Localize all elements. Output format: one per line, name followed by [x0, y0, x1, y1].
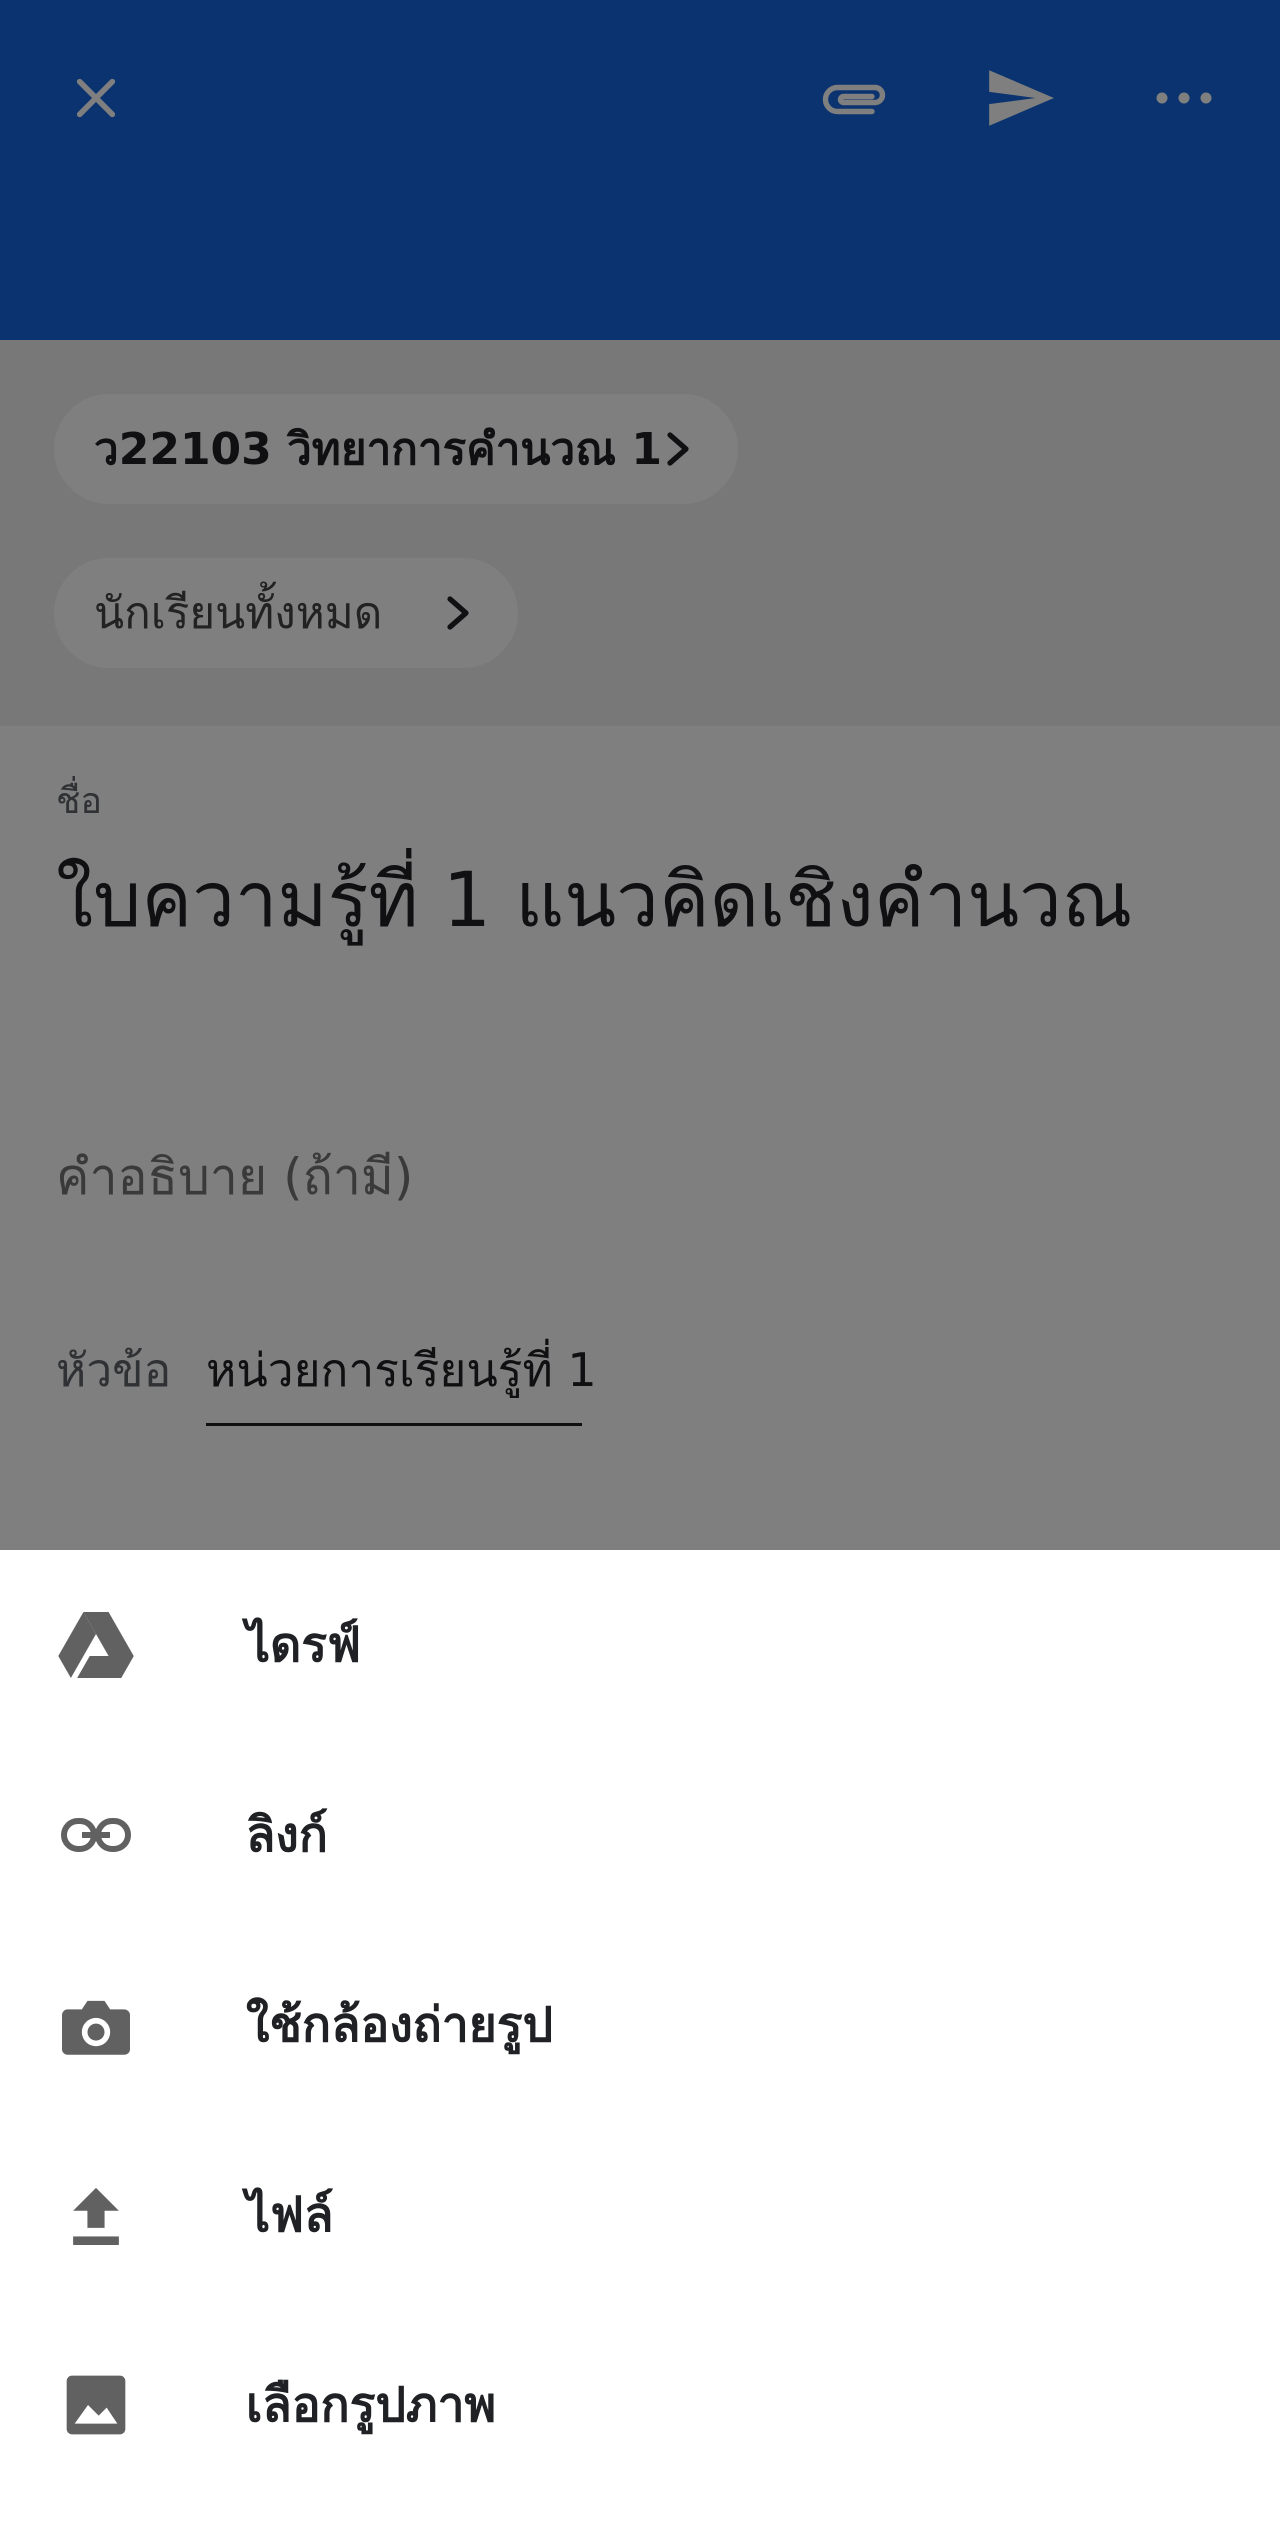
attach-option-label: ไฟล์: [246, 2187, 334, 2243]
attach-option-label: ลิงก์: [246, 1807, 328, 1863]
attach-option-camera[interactable]: ใช้กล้องถ่ายรูป: [0, 1930, 1280, 2120]
attach-option-label: เลือกรูปภาพ: [246, 2377, 497, 2433]
attach-option-image[interactable]: เลือกรูปภาพ: [0, 2310, 1280, 2500]
attach-option-file[interactable]: ไฟล์: [0, 2120, 1280, 2310]
drive-icon: [56, 1605, 136, 1685]
modal-scrim[interactable]: [0, 0, 1280, 1550]
attach-option-label: ใช้กล้องถ่ายรูป: [246, 1997, 554, 2053]
link-icon: [56, 1795, 136, 1875]
attach-option-label: ไดรฟ์: [246, 1617, 362, 1673]
upload-icon: [56, 2175, 136, 2255]
attach-option-link[interactable]: ลิงก์: [0, 1740, 1280, 1930]
camera-icon: [56, 1985, 136, 2065]
attach-option-drive[interactable]: ไดรฟ์: [0, 1550, 1280, 1740]
image-icon: [56, 2365, 136, 2445]
attach-bottom-sheet: ไดรฟ์ ลิงก์ ใช้กล้องถ่ายรูป ไฟล์ เลือกรู…: [0, 1550, 1280, 2530]
